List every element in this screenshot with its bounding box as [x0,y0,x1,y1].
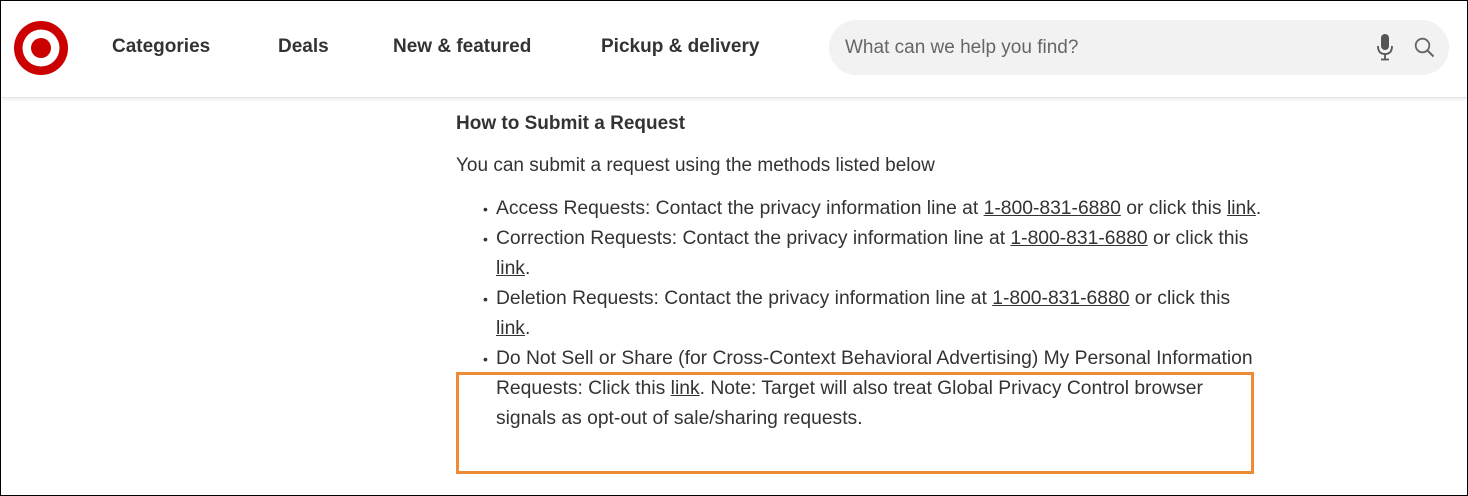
correction-request-link[interactable]: link [496,258,525,279]
site-header: Categories Deals New & featured Pickup &… [1,1,1467,98]
item-text: Deletion Requests: Contact the privacy i… [496,288,993,309]
item-text: . [524,318,531,339]
search-bar [829,20,1449,75]
item-text: . [524,258,531,279]
deletion-request-link[interactable]: link [496,318,525,339]
microphone-icon[interactable] [1377,34,1393,61]
item-text: or click this [1147,228,1249,249]
list-item-deletion: • Deletion Requests: Contact the privacy… [456,284,1266,344]
phone-link[interactable]: 1-800-831-6880 [992,288,1129,309]
do-not-sell-link[interactable]: link [671,378,700,399]
list-item-do-not-sell: • Do Not Sell or Share (for Cross-Contex… [456,344,1266,434]
list-item-access: • Access Requests: Contact the privacy i… [456,194,1266,224]
item-text: Correction Requests: Contact the privacy… [496,228,1011,249]
nav-deals[interactable]: Deals [278,36,329,58]
access-request-link[interactable]: link [1227,198,1256,219]
item-text: or click this [1120,198,1227,219]
bullet: • [483,201,488,217]
section-heading: How to Submit a Request [456,113,686,134]
item-text: Access Requests: Contact the privacy inf… [496,198,984,219]
target-logo[interactable] [14,21,68,75]
bullet: • [483,351,488,367]
list-item-correction: • Correction Requests: Contact the priva… [456,224,1266,284]
phone-link[interactable]: 1-800-831-6880 [984,198,1121,219]
item-text: . [1255,198,1262,219]
search-input[interactable] [843,30,1347,66]
item-text: or click this [1129,288,1231,309]
nav-pickup-delivery[interactable]: Pickup & delivery [601,36,759,58]
phone-link[interactable]: 1-800-831-6880 [1010,228,1147,249]
page-frame: Categories Deals New & featured Pickup &… [0,0,1468,496]
request-methods-list: • Access Requests: Contact the privacy i… [456,194,1261,434]
bullet: • [483,291,488,307]
nav-categories[interactable]: Categories [112,36,210,58]
intro-text: You can submit a request using the metho… [456,155,935,176]
nav-new-featured[interactable]: New & featured [393,36,531,58]
search-icon[interactable] [1414,37,1435,58]
bullet: • [483,231,488,247]
